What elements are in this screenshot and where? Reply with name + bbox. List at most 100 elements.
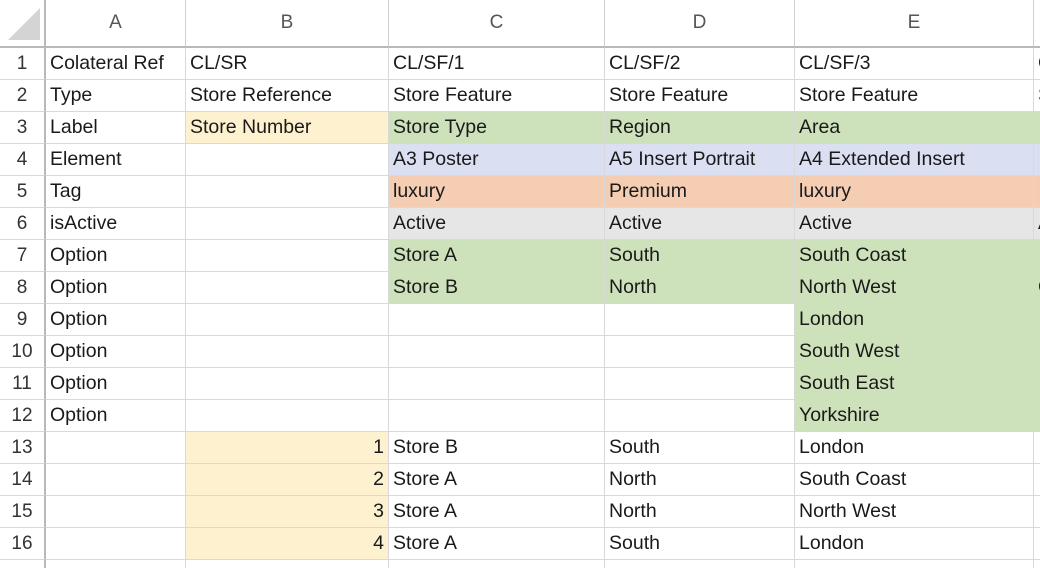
cell-fnext[interactable] [1034,560,1040,568]
cell-a13[interactable] [46,432,186,464]
cell-bnext[interactable] [186,560,389,568]
cell-f15[interactable] [1034,496,1040,528]
cell-b3[interactable]: Store Number [186,112,389,144]
cell-c14[interactable]: Store A [389,464,605,496]
cell-f13[interactable] [1034,432,1040,464]
cell-dnext[interactable] [605,560,795,568]
row-header-9[interactable]: 9 [0,304,46,336]
cell-d3[interactable]: Region [605,112,795,144]
column-header-e[interactable]: E [795,0,1034,48]
cell-a3[interactable]: Label [46,112,186,144]
cell-d8[interactable]: North [605,272,795,304]
cell-f1[interactable]: C [1034,48,1040,80]
column-header-d[interactable]: D [605,0,795,48]
cell-d7[interactable]: South [605,240,795,272]
row-header-16[interactable]: 16 [0,528,46,560]
cell-e5[interactable]: luxury [795,176,1034,208]
cell-b15[interactable]: 3 [186,496,389,528]
cell-a6[interactable]: isActive [46,208,186,240]
cell-d15[interactable]: North [605,496,795,528]
cell-f6[interactable]: A [1034,208,1040,240]
cell-f10[interactable] [1034,336,1040,368]
cell-c8[interactable]: Store B [389,272,605,304]
row-header-15[interactable]: 15 [0,496,46,528]
cell-c13[interactable]: Store B [389,432,605,464]
cell-a10[interactable]: Option [46,336,186,368]
cell-f3[interactable] [1034,112,1040,144]
cell-a15[interactable] [46,496,186,528]
cell-enext[interactable] [795,560,1034,568]
cell-b10[interactable] [186,336,389,368]
cell-d6[interactable]: Active [605,208,795,240]
cell-d2[interactable]: Store Feature [605,80,795,112]
cell-b5[interactable] [186,176,389,208]
cell-b7[interactable] [186,240,389,272]
cell-e14[interactable]: South Coast [795,464,1034,496]
cell-a1[interactable]: Colateral Ref [46,48,186,80]
cell-f16[interactable] [1034,528,1040,560]
row-header-2[interactable]: 2 [0,80,46,112]
cell-f11[interactable] [1034,368,1040,400]
row-header-3[interactable]: 3 [0,112,46,144]
cell-c3[interactable]: Store Type [389,112,605,144]
cell-a11[interactable]: Option [46,368,186,400]
cell-f12[interactable] [1034,400,1040,432]
cell-d16[interactable]: South [605,528,795,560]
column-header-next[interactable] [1034,0,1040,48]
cell-e8[interactable]: North West [795,272,1034,304]
cell-e12[interactable]: Yorkshire [795,400,1034,432]
cell-e16[interactable]: London [795,528,1034,560]
cell-e2[interactable]: Store Feature [795,80,1034,112]
cell-d13[interactable]: South [605,432,795,464]
cell-a9[interactable]: Option [46,304,186,336]
cell-d12[interactable] [605,400,795,432]
cell-c6[interactable]: Active [389,208,605,240]
cell-e13[interactable]: London [795,432,1034,464]
column-header-c[interactable]: C [389,0,605,48]
row-header-11[interactable]: 11 [0,368,46,400]
cell-f2[interactable]: S [1034,80,1040,112]
column-header-a[interactable]: A [46,0,186,48]
cell-b14[interactable]: 2 [186,464,389,496]
cell-f7[interactable] [1034,240,1040,272]
cell-e11[interactable]: South East [795,368,1034,400]
cell-anext[interactable] [46,560,186,568]
cell-e1[interactable]: CL/SF/3 [795,48,1034,80]
cell-a4[interactable]: Element [46,144,186,176]
cell-b11[interactable] [186,368,389,400]
cell-e3[interactable]: Area [795,112,1034,144]
cell-a8[interactable]: Option [46,272,186,304]
cell-d10[interactable] [605,336,795,368]
row-header-6[interactable]: 6 [0,208,46,240]
cell-cnext[interactable] [389,560,605,568]
cell-b13[interactable]: 1 [186,432,389,464]
row-header-4[interactable]: 4 [0,144,46,176]
cell-b8[interactable] [186,272,389,304]
cell-c4[interactable]: A3 Poster [389,144,605,176]
row-header-8[interactable]: 8 [0,272,46,304]
cell-c15[interactable]: Store A [389,496,605,528]
cell-c10[interactable] [389,336,605,368]
cell-f4[interactable] [1034,144,1040,176]
column-header-b[interactable]: B [186,0,389,48]
cell-a12[interactable]: Option [46,400,186,432]
cell-c7[interactable]: Store A [389,240,605,272]
spreadsheet-grid[interactable]: A B C D E 1 Colateral Ref CL/SR CL/SF/1 CL/SF/2 CL… [0,0,1040,568]
row-header-12[interactable]: 12 [0,400,46,432]
cell-b12[interactable] [186,400,389,432]
cell-b1[interactable]: CL/SR [186,48,389,80]
row-header-14[interactable]: 14 [0,464,46,496]
cell-d9[interactable] [605,304,795,336]
row-header-10[interactable]: 10 [0,336,46,368]
cell-a7[interactable]: Option [46,240,186,272]
row-header-next[interactable] [0,560,46,568]
row-header-7[interactable]: 7 [0,240,46,272]
cell-b6[interactable] [186,208,389,240]
cell-f5[interactable] [1034,176,1040,208]
cell-d4[interactable]: A5 Insert Portrait [605,144,795,176]
cell-b16[interactable]: 4 [186,528,389,560]
cell-d11[interactable] [605,368,795,400]
cell-f9[interactable] [1034,304,1040,336]
cell-d1[interactable]: CL/SF/2 [605,48,795,80]
cell-f14[interactable] [1034,464,1040,496]
